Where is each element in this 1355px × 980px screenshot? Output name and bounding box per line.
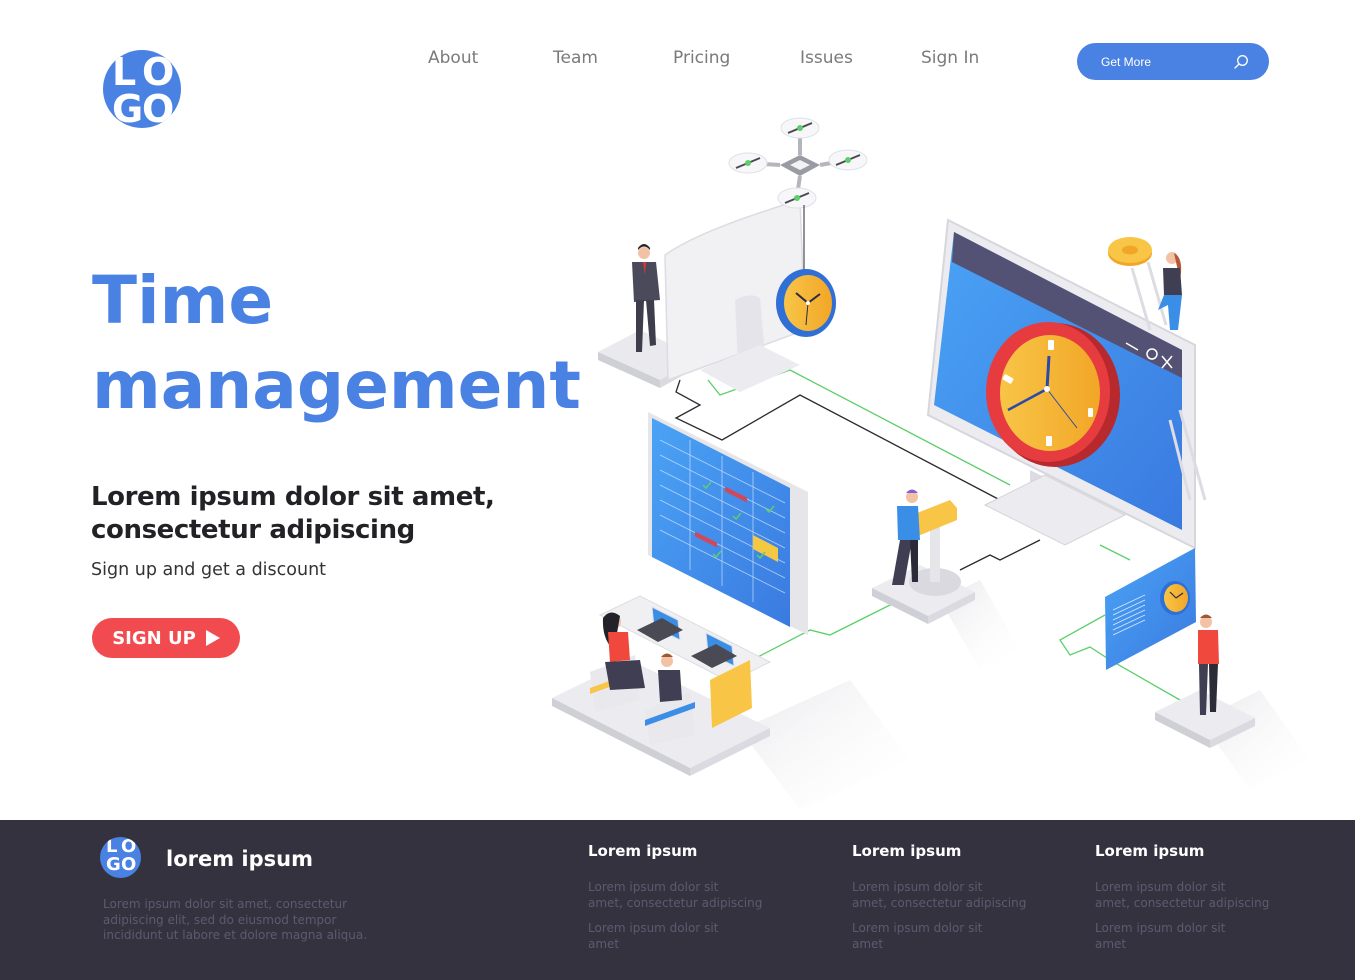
logo-letter: G <box>112 87 144 128</box>
footer-logo[interactable]: L O G O <box>100 837 141 878</box>
footer-link[interactable]: Lorem ipsum dolor sit amet <box>588 921 788 952</box>
nav-about[interactable]: About <box>428 48 478 68</box>
hero-subtitle: Lorem ipsum dolor sit amet, consectetur … <box>91 481 495 547</box>
hero-title-line1: Time <box>92 262 274 339</box>
get-more-label: Get More <box>1101 54 1152 69</box>
drone-rotor <box>777 187 817 209</box>
footer-link[interactable]: Lorem ipsum dolor sit amet <box>852 921 1052 952</box>
hero-title: Time management <box>92 258 581 428</box>
logo-letter: G <box>106 854 121 875</box>
footer-link[interactable]: Lorem ipsum dolor sit amet, consectetur … <box>852 880 1052 911</box>
hero-illustration <box>552 117 1310 810</box>
floor-shadow <box>740 680 910 810</box>
footer-description: Lorem ipsum dolor sit amet, consectetur … <box>103 897 368 942</box>
sign-up-button[interactable]: SIGN UP <box>92 618 240 658</box>
footer-column: Lorem ipsum Lorem ipsum dolor sit amet, … <box>1095 842 1295 962</box>
gear-icon <box>1108 237 1152 266</box>
footer: L O G O lorem ipsum Lorem ipsum dolor si… <box>0 820 1355 980</box>
footer-column-heading: Lorem ipsum <box>1095 842 1205 860</box>
woman-on-ladder-figure <box>1158 252 1182 330</box>
nav-issues[interactable]: Issues <box>800 48 853 68</box>
footer-column: Lorem ipsum Lorem ipsum dolor sit amet, … <box>588 842 788 962</box>
play-icon <box>205 630 220 646</box>
footer-link[interactable]: Lorem ipsum dolor sit amet, consectetur … <box>588 880 788 911</box>
drone-rotor <box>728 152 768 174</box>
hero-subtitle-line2: consectetur adipiscing <box>91 515 415 545</box>
nav-sign-in[interactable]: Sign In <box>921 48 979 68</box>
pedestal-platform <box>872 500 975 624</box>
hero-subtitle-line1: Lorem ipsum dolor sit amet, <box>91 482 495 512</box>
nav-pricing[interactable]: Pricing <box>673 48 730 68</box>
footer-column-heading: Lorem ipsum <box>588 842 698 860</box>
drone-rotor <box>780 117 820 139</box>
main-nav: About Team Pricing Issues Sign In <box>0 48 1000 74</box>
search-icon <box>1234 54 1248 69</box>
footer-link[interactable]: Lorem ipsum dolor sit amet <box>1095 921 1295 952</box>
footer-column-heading: Lorem ipsum <box>852 842 962 860</box>
logo-letter: O <box>142 87 175 128</box>
standing-man-folder-figure <box>892 489 920 585</box>
logo-letter: O <box>121 854 137 875</box>
hanging-clock-icon <box>776 269 836 337</box>
nav-team[interactable]: Team <box>553 48 598 68</box>
footer-brand: lorem ipsum <box>166 847 313 871</box>
footer-column: Lorem ipsum Lorem ipsum dolor sit amet, … <box>852 842 1052 962</box>
hero-title-line2: management <box>92 347 581 424</box>
footer-link[interactable]: Lorem ipsum dolor sit amet, consectetur … <box>1095 880 1295 911</box>
schedule-board <box>648 412 808 635</box>
sign-up-label: SIGN UP <box>112 627 196 649</box>
drone-rotor <box>828 149 868 171</box>
panel-clock-icon <box>1160 581 1190 615</box>
seated-man-figure <box>658 653 682 702</box>
hero-tagline: Sign up and get a discount <box>91 560 327 580</box>
get-more-search-button[interactable]: Get More <box>1077 43 1269 80</box>
info-panel <box>1105 548 1196 670</box>
